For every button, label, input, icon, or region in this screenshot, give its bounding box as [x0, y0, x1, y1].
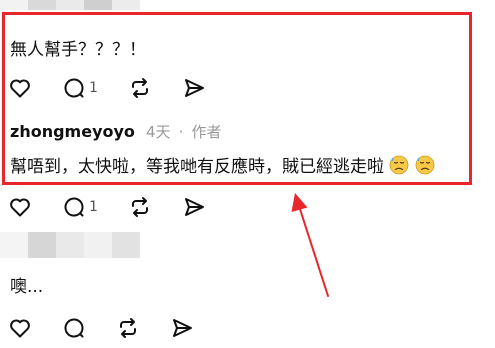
annotation-arrow — [291, 193, 329, 297]
